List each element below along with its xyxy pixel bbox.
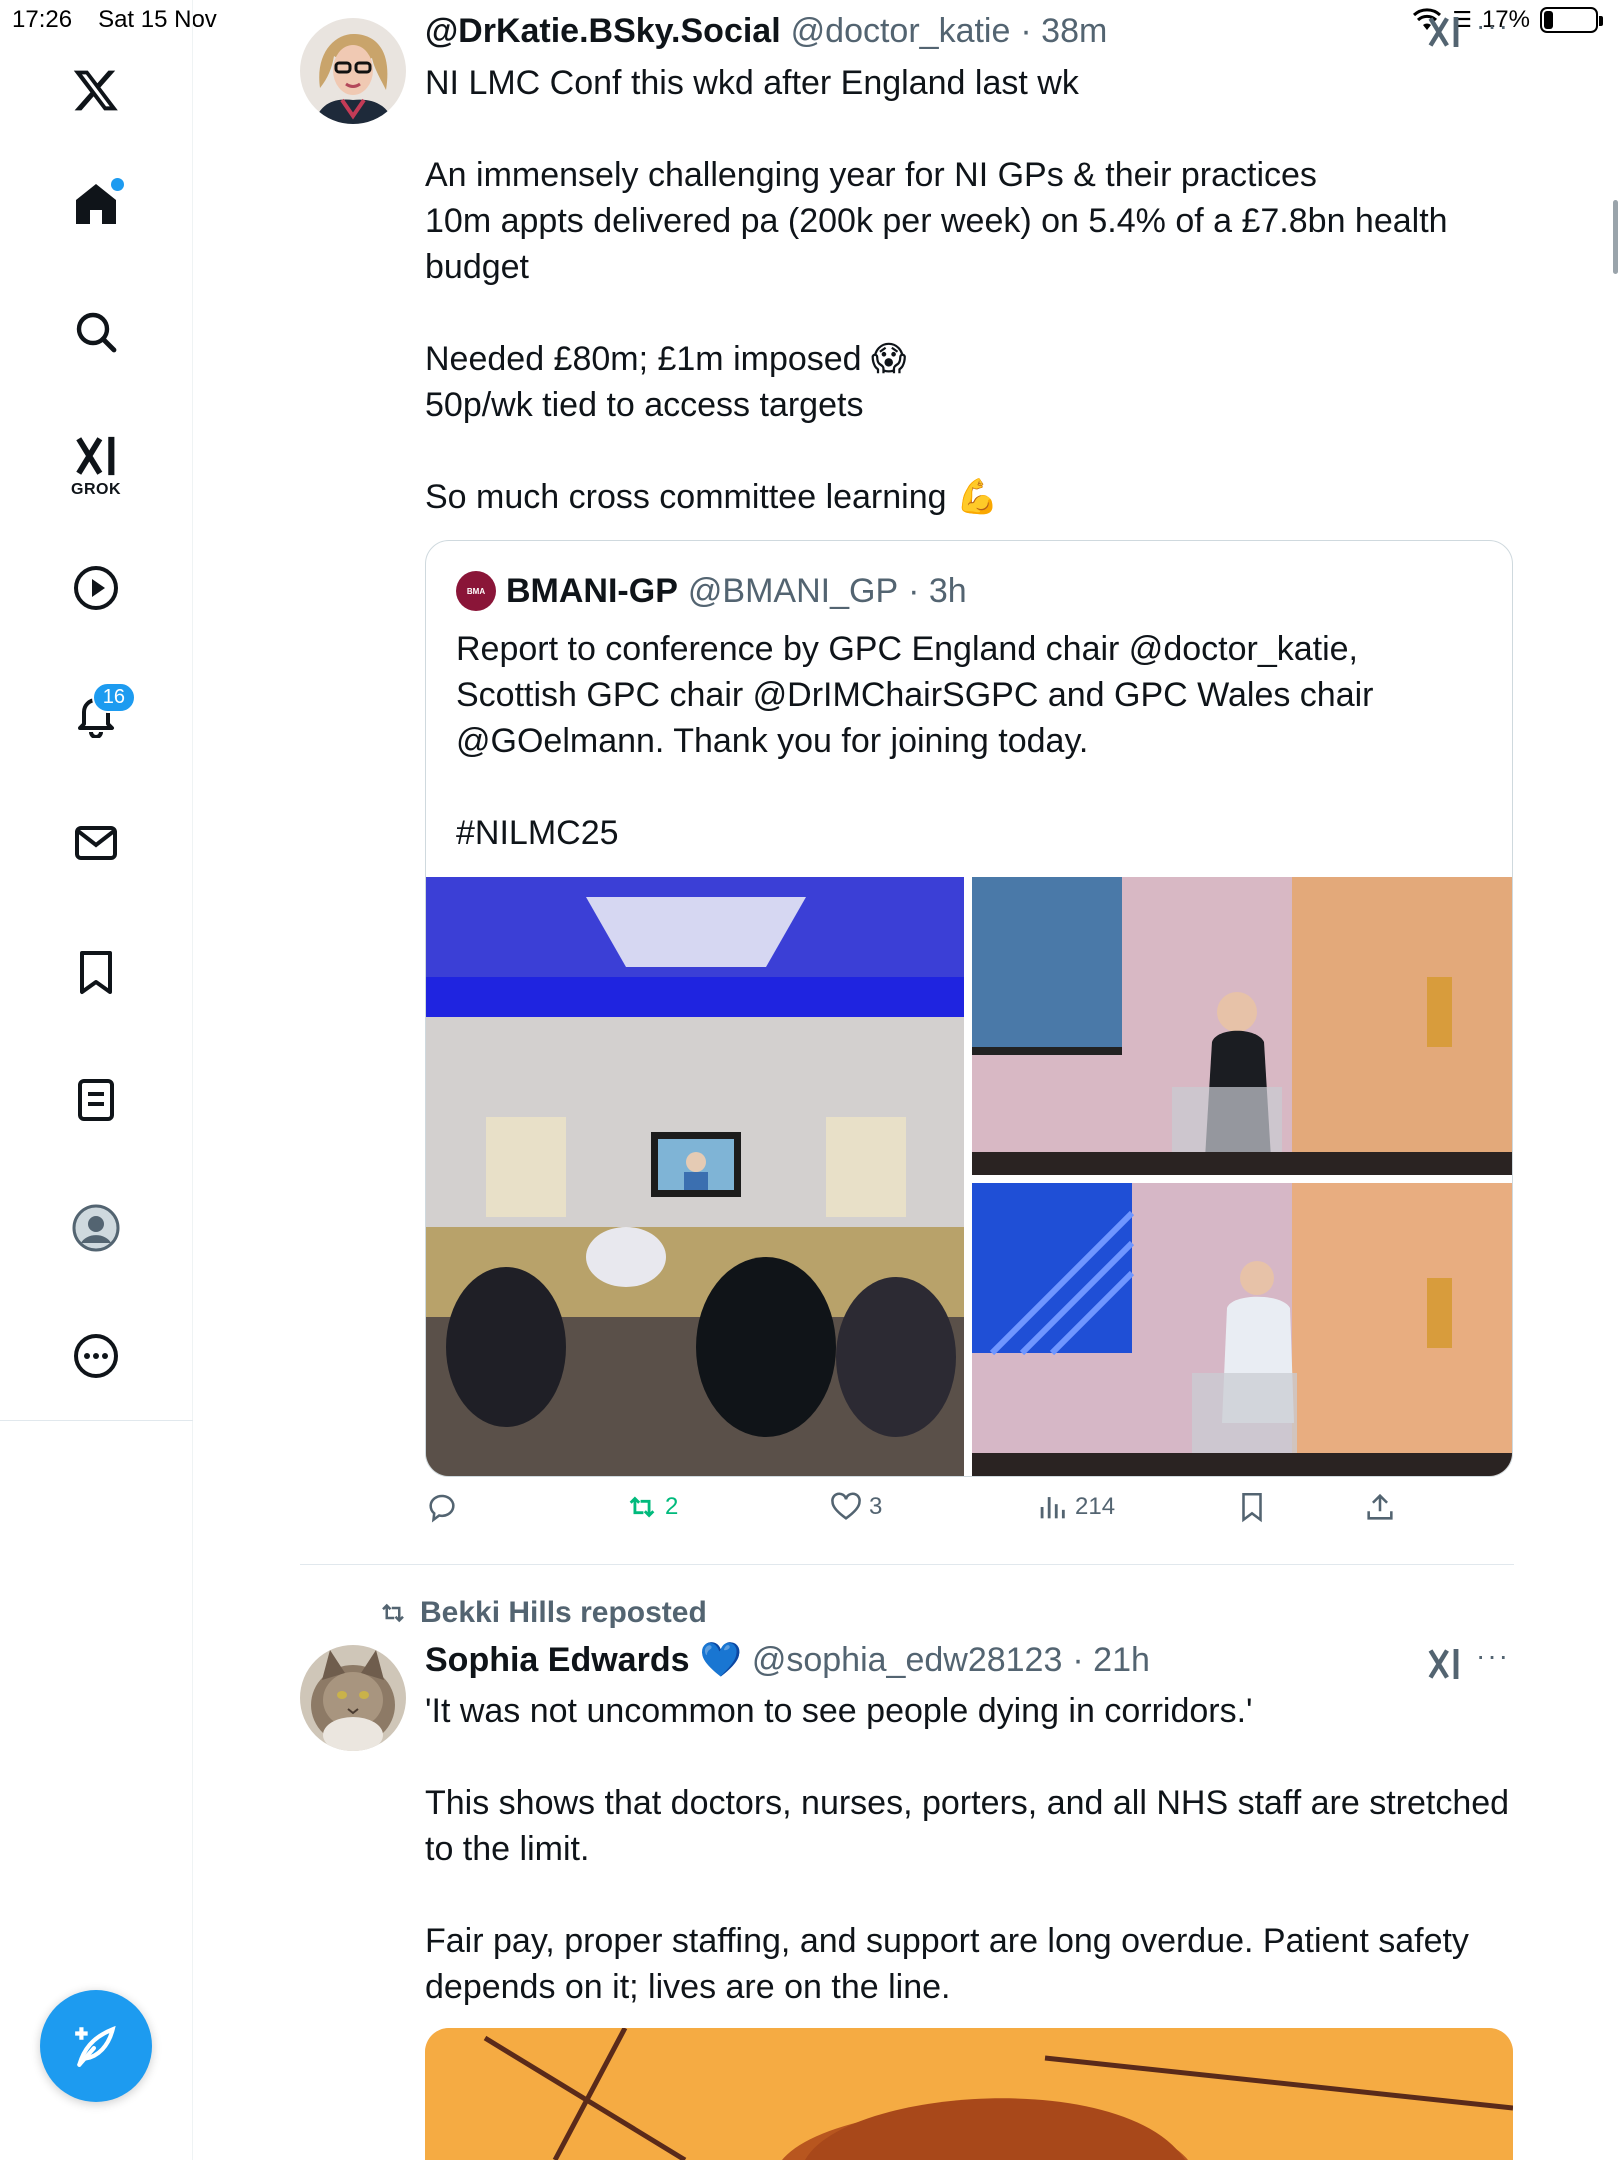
quote-body: Report to conference by GPC England chai…: [456, 630, 1374, 852]
search-icon: [76, 312, 117, 353]
tweet-media-image[interactable]: [425, 2028, 1513, 2160]
heart-icon: [831, 1492, 861, 1520]
compose-icon: [75, 2025, 116, 2067]
x-logo-icon[interactable]: [56, 50, 136, 130]
tweet-header: @DrKatie.BSky.Social @doctor_katie · 38m: [425, 12, 1107, 51]
tweet-body: NI LMC Conf this wkd after England last …: [425, 64, 1448, 516]
video-icon: [74, 566, 118, 610]
avatar[interactable]: [300, 18, 406, 124]
bookmark-button[interactable]: [1235, 1490, 1269, 1524]
avatar[interactable]: [300, 1645, 406, 1751]
home-notification-dot: [111, 178, 124, 191]
compose-button[interactable]: [40, 1990, 152, 2102]
tweet-header: Sophia Edwards 💙 @sophia_edw28123 · 21h: [425, 1640, 1150, 1680]
reply-button[interactable]: [425, 1490, 465, 1524]
author-handle[interactable]: @sophia_edw28123: [752, 1641, 1063, 1680]
author-name[interactable]: @DrKatie.BSky.Social: [425, 12, 781, 51]
author-handle[interactable]: @doctor_katie: [791, 12, 1011, 51]
share-icon: [1367, 1493, 1393, 1520]
repost-button[interactable]: 2: [625, 1490, 678, 1524]
notifications-badge: 16: [91, 682, 136, 713]
quote-avatar: BMA: [456, 571, 496, 611]
views-icon: [1040, 1497, 1065, 1519]
media-speaker-man[interactable]: [972, 1183, 1512, 1476]
tweet-more-icon[interactable]: ···: [1476, 1640, 1510, 1672]
nav-search[interactable]: [56, 292, 136, 372]
tweet-time[interactable]: · 21h: [1072, 1641, 1150, 1680]
tweet-time[interactable]: · 38m: [1020, 12, 1107, 51]
author-name[interactable]: Sophia Edwards: [425, 1641, 690, 1680]
views-button[interactable]: 214: [1035, 1490, 1115, 1524]
reposted-by-label: Bekki Hills reposted: [420, 1596, 707, 1629]
sidebar-divider: [0, 1420, 193, 1421]
grok-icon: [76, 436, 115, 476]
lists-icon: [78, 1079, 114, 1121]
scrollbar[interactable]: [1613, 200, 1618, 274]
nav-home[interactable]: [56, 164, 136, 244]
like-button[interactable]: 3: [829, 1490, 882, 1524]
grok-label: GROK: [71, 481, 121, 498]
nav-grok[interactable]: GROK: [56, 416, 136, 516]
more-icon: [74, 1334, 118, 1378]
reply-icon: [429, 1494, 455, 1523]
battery-icon: [1540, 7, 1603, 33]
share-button[interactable]: [1363, 1490, 1397, 1524]
tweet-separator: [300, 1564, 1514, 1565]
quote-author-name: BMANI-GP: [506, 571, 678, 610]
reposted-by[interactable]: Bekki Hills reposted: [378, 1596, 707, 1630]
grok-tweet-icon[interactable]: [1426, 1646, 1462, 1687]
tweet-more-icon[interactable]: ···: [1476, 10, 1510, 42]
blue-heart-emoji: 💙: [699, 1641, 742, 1679]
sidebar: GROK 16: [0, 0, 193, 2160]
profile-icon: [72, 1204, 120, 1252]
nav-video[interactable]: [56, 548, 136, 628]
repost-icon: [629, 1496, 655, 1518]
nav-messages[interactable]: [56, 803, 136, 883]
views-count: 214: [1075, 1493, 1116, 1520]
quote-header: BMA BMANI-GP @BMANI_GP · 3h: [456, 571, 967, 611]
like-count: 3: [869, 1493, 883, 1520]
bookmark-icon: [1242, 1492, 1262, 1523]
tweet-body: 'It was not uncommon to see people dying…: [425, 1692, 1510, 2006]
nav-lists[interactable]: [56, 1060, 136, 1140]
quoted-tweet[interactable]: BMA BMANI-GP @BMANI_GP · 3h Report to co…: [425, 540, 1513, 1477]
grok-tweet-icon[interactable]: [1426, 14, 1462, 55]
nav-notifications[interactable]: 16: [56, 674, 136, 754]
media-conference-room[interactable]: [426, 877, 964, 1476]
nav-profile[interactable]: [56, 1188, 136, 1268]
quote-author-handle: @BMANI_GP: [687, 571, 899, 610]
nav-bookmarks[interactable]: [56, 932, 136, 1012]
bookmarks-icon: [80, 951, 112, 994]
tweet-actions: 2 3 214: [425, 1490, 1513, 1540]
messages-icon: [75, 826, 117, 860]
nav-more[interactable]: [56, 1316, 136, 1396]
media-speaker-woman[interactable]: [972, 877, 1512, 1175]
repost-indicator-icon: [382, 1603, 404, 1623]
quote-time: · 3h: [908, 571, 967, 610]
repost-count: 2: [665, 1493, 679, 1520]
